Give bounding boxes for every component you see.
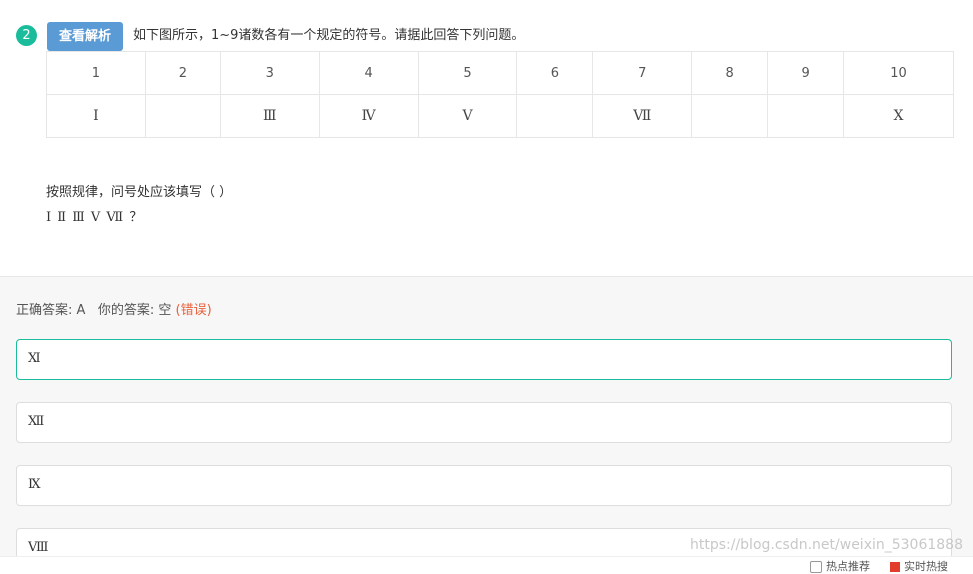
table-cell-number: 7 bbox=[592, 51, 693, 95]
table-cell-number: 8 bbox=[691, 51, 769, 95]
watermark: https://blog.csdn.net/weixin_53061888 bbox=[689, 537, 963, 553]
option-b[interactable]: Ⅻ bbox=[16, 402, 952, 443]
answer-status: (错误) bbox=[175, 303, 212, 318]
your-answer-label: 你的答案: bbox=[97, 303, 155, 318]
option-text: Ⅷ bbox=[28, 540, 49, 555]
table-cell-symbol: Ⅰ bbox=[46, 94, 146, 138]
table-cell-number: 6 bbox=[516, 51, 594, 95]
answer-panel: 正确答案: A 你的答案: 空 (错误) Ⅺ Ⅻ Ⅸ Ⅷ https://blo… bbox=[0, 276, 973, 573]
table-cell-number: 9 bbox=[767, 51, 845, 95]
table-cell-number: 10 bbox=[843, 51, 954, 95]
realtime-hot-link[interactable]: 实时热搜 bbox=[890, 558, 948, 574]
table-cell-symbol: Ⅲ bbox=[219, 94, 320, 138]
option-a[interactable]: Ⅺ bbox=[16, 339, 952, 380]
question-text: 如下图所示，1~9诸数各有一个规定的符号。请据此回答下列问题。 bbox=[133, 28, 525, 43]
answer-summary: 正确答案: A 你的答案: 空 (错误) bbox=[16, 299, 212, 318]
recommend-icon bbox=[810, 561, 822, 573]
option-text: Ⅻ bbox=[28, 414, 45, 429]
table-cell-symbol: Ⅳ bbox=[318, 94, 419, 138]
table-cell-number: 2 bbox=[144, 51, 221, 95]
hot-recommend-link[interactable]: 热点推荐 bbox=[810, 558, 870, 574]
table-cell-symbol bbox=[767, 94, 845, 138]
table-cell-number: 3 bbox=[219, 51, 320, 95]
footer-bar: 热点推荐 实时热搜 bbox=[0, 556, 973, 573]
your-answer-value: 空 bbox=[158, 303, 172, 318]
correct-answer-value: A bbox=[76, 303, 86, 318]
question-number-badge: 2 bbox=[16, 25, 37, 46]
roman-sequence: Ⅰ Ⅱ Ⅲ Ⅴ Ⅶ ？ bbox=[46, 210, 144, 225]
option-c[interactable]: Ⅸ bbox=[16, 465, 952, 506]
correct-answer-label: 正确答案: bbox=[16, 303, 73, 318]
table-cell-number: 4 bbox=[318, 51, 419, 95]
number-symbol-table: 1 2 3 4 5 6 7 8 9 10 Ⅰ Ⅲ Ⅳ Ⅴ Ⅶ Ⅹ bbox=[46, 51, 954, 138]
question-prompt: 按照规律，问号处应该填写（ ） bbox=[46, 185, 233, 200]
table-cell-number: 5 bbox=[417, 51, 518, 95]
option-text: Ⅸ bbox=[28, 477, 41, 492]
table-cell-symbol: Ⅴ bbox=[417, 94, 518, 138]
table-cell-symbol: Ⅹ bbox=[843, 94, 954, 138]
table-cell-symbol bbox=[144, 94, 221, 138]
table-cell-symbol bbox=[691, 94, 769, 138]
hot-recommend-label: 热点推荐 bbox=[826, 560, 870, 573]
table-row-symbols: Ⅰ Ⅲ Ⅳ Ⅴ Ⅶ Ⅹ bbox=[46, 94, 954, 138]
view-analysis-button[interactable]: 查看解析 bbox=[47, 22, 123, 51]
hot-search-icon bbox=[890, 562, 900, 572]
table-cell-symbol: Ⅶ bbox=[592, 94, 693, 138]
table-cell-symbol bbox=[516, 94, 594, 138]
option-text: Ⅺ bbox=[28, 351, 41, 366]
table-row-numbers: 1 2 3 4 5 6 7 8 9 10 bbox=[46, 51, 954, 95]
table-cell-number: 1 bbox=[46, 51, 146, 95]
realtime-hot-label: 实时热搜 bbox=[904, 560, 948, 573]
